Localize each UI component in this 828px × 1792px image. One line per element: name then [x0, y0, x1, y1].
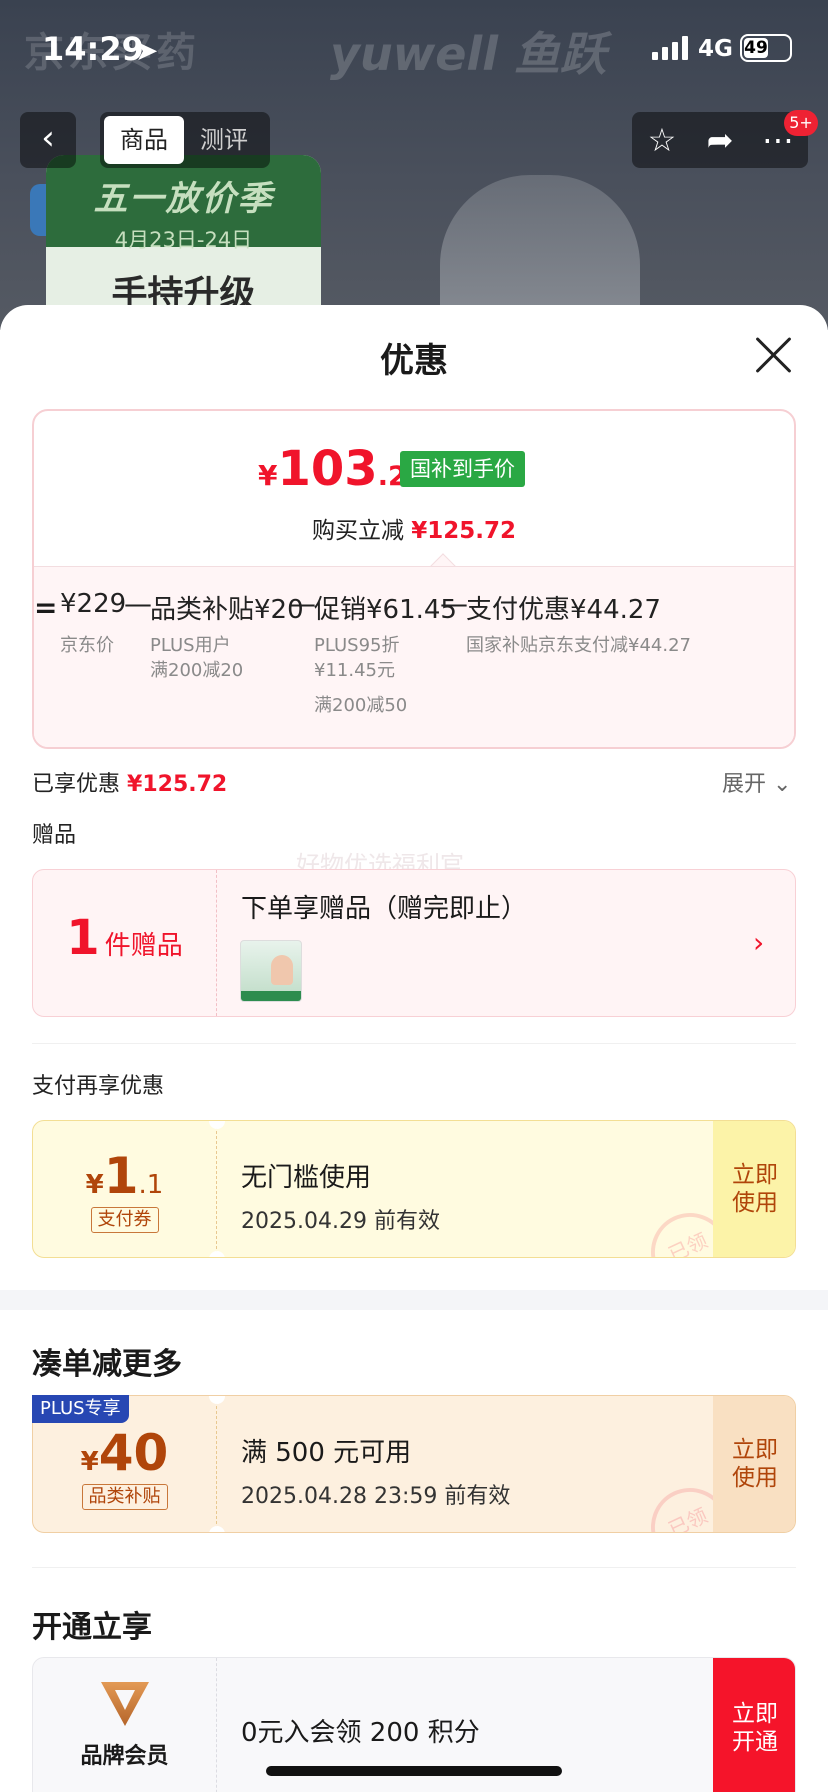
open-section-heading: 开通立享 — [32, 1610, 152, 1645]
chevron-down-icon: ⌄ — [773, 772, 792, 797]
tab-review[interactable]: 测评 — [184, 116, 264, 164]
promo-note-3: 满200减50 — [314, 695, 408, 716]
promo-note-1: PLUS95折 — [314, 635, 400, 656]
pay-note: 国家补贴京东支付减¥44.27 — [466, 635, 691, 656]
more-section-heading: 凑单减更多 — [32, 1347, 182, 1382]
coupon-expiry: 2025.04.28 23:59 前有效 — [241, 1484, 511, 1509]
join-now-button[interactable]: 立即 开通 — [713, 1658, 795, 1792]
back-button[interactable]: ‹ — [20, 112, 76, 168]
close-icon[interactable] — [753, 335, 793, 375]
instant-discount: 购买立减 ¥125.72 — [311, 518, 517, 544]
status-time: 14:29 — [42, 30, 144, 68]
subsidy-badge: 国补到手价 — [400, 451, 525, 487]
coupon-type-tag: 品类补贴 — [81, 1484, 168, 1510]
promo-title: 五一放价季 — [93, 179, 274, 219]
star-icon[interactable]: ☆ — [640, 118, 684, 162]
brand-member-label: 品牌会员 — [80, 1744, 169, 1769]
signal-icon — [652, 36, 688, 60]
discount-sheet: 优惠 ¥103.28 国补到手价 购买立减 ¥125.72 = ¥229 — 品… — [0, 305, 828, 1792]
category-subsidy: 品类补贴¥20 — [150, 595, 304, 625]
category-coupon: ¥40 品类补贴 满 500 元可用 2025.04.28 23:59 前有效 … — [32, 1395, 796, 1533]
share-icon[interactable]: ➦ — [698, 118, 742, 162]
payment-discount: 支付优惠¥44.27 — [466, 595, 661, 625]
coupon-condition: 满 500 元可用 — [241, 1438, 412, 1468]
promo-card: 五一放价季 4月23日-24日 手持升级 — [46, 155, 321, 330]
pay-section-heading: 支付再享优惠 — [32, 1074, 165, 1099]
coupon-condition: 无门槛使用 — [241, 1163, 372, 1193]
price-card: ¥103.28 国补到手价 购买立减 ¥125.72 = ¥229 — 品类补贴… — [32, 409, 796, 749]
gift-title: 下单享赠品（赠完即止） — [241, 894, 528, 924]
chevron-left-icon: ‹ — [41, 118, 55, 158]
coupon-amount: ¥1.1 — [85, 1147, 164, 1205]
brand-logo-icon — [99, 1678, 151, 1730]
minus-sign: — — [288, 587, 316, 620]
tab-product[interactable]: 商品 — [104, 116, 184, 164]
plus-exclusive-tag: PLUS专享 — [32, 1395, 129, 1423]
gift-card[interactable]: 1 件赠品 下单享赠品（赠完即止） › — [32, 869, 796, 1017]
price-breakdown: = ¥229 — 品类补贴¥20 — 促销¥61.45 — 支付优惠¥44.27… — [34, 566, 794, 747]
gift-count: 1 件赠品 — [33, 870, 217, 1016]
location-arrow-icon: ➤ — [135, 34, 159, 67]
jd-price-label: 京东价 — [60, 635, 114, 656]
coupon-expiry: 2025.04.29 前有效 — [241, 1209, 440, 1234]
use-now-button[interactable]: 立即 使用 — [713, 1121, 795, 1257]
use-now-button[interactable]: 立即 使用 — [713, 1396, 795, 1532]
cat-note-2: 满200减20 — [150, 660, 244, 681]
promotion: 促销¥61.45 — [314, 595, 457, 625]
coupon-type-tag: 支付券 — [90, 1207, 159, 1233]
battery-level: 49 — [744, 38, 768, 58]
minus-sign: — — [440, 587, 468, 620]
expand-toggle[interactable]: 展开 ⌄ — [722, 766, 791, 798]
nav-tabs: 商品 测评 — [100, 112, 270, 168]
promo-note-2: ¥11.45元 — [314, 660, 395, 681]
pay-coupon: ¥1.1 支付券 无门槛使用 2025.04.29 前有效 已领 立即 使用 — [32, 1120, 796, 1258]
network-type: 4G — [698, 36, 733, 62]
gift-heading: 赠品 — [32, 823, 77, 848]
chevron-right-icon: › — [753, 926, 765, 959]
sheet-title: 优惠 — [380, 341, 448, 381]
home-indicator — [266, 1766, 562, 1776]
gift-thumbnail[interactable] — [240, 940, 302, 1002]
member-benefit: 0元入会领 200 积分 — [241, 1718, 480, 1748]
saved-discount: 已享优惠 ¥125.72 — [32, 772, 228, 797]
message-badge: 5+ — [784, 110, 818, 136]
status-bar: 14:29 ➤ 4G 49 — [0, 0, 828, 100]
coupon-amount: ¥40 — [80, 1424, 169, 1482]
minus-sign: — — [124, 587, 152, 620]
jd-price: ¥229 — [60, 589, 127, 619]
nav-actions: ☆ ➦ ⋯ — [632, 112, 808, 168]
battery-icon: 49 — [740, 34, 792, 62]
cat-note-1: PLUS用户 — [150, 635, 231, 656]
equals-sign: = — [34, 591, 58, 624]
